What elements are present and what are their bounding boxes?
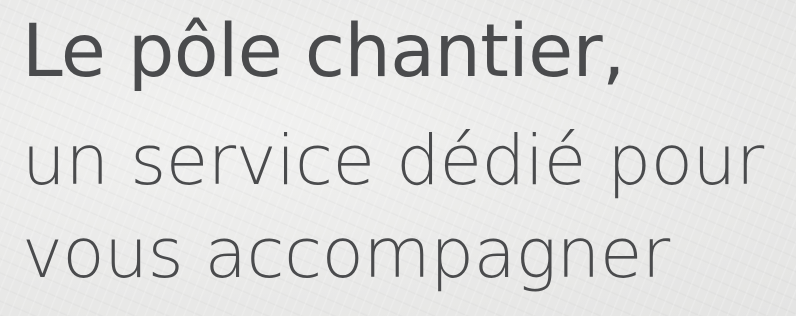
- heading-line-title: Le pôle chantier,: [22, 9, 625, 94]
- heading-line-subtitle: un service dédié pour: [22, 121, 764, 201]
- heading-line-subtitle-end: vous accompagner: [22, 214, 670, 294]
- page-heading: Le pôle chantier, un service dédié pour …: [0, 0, 796, 316]
